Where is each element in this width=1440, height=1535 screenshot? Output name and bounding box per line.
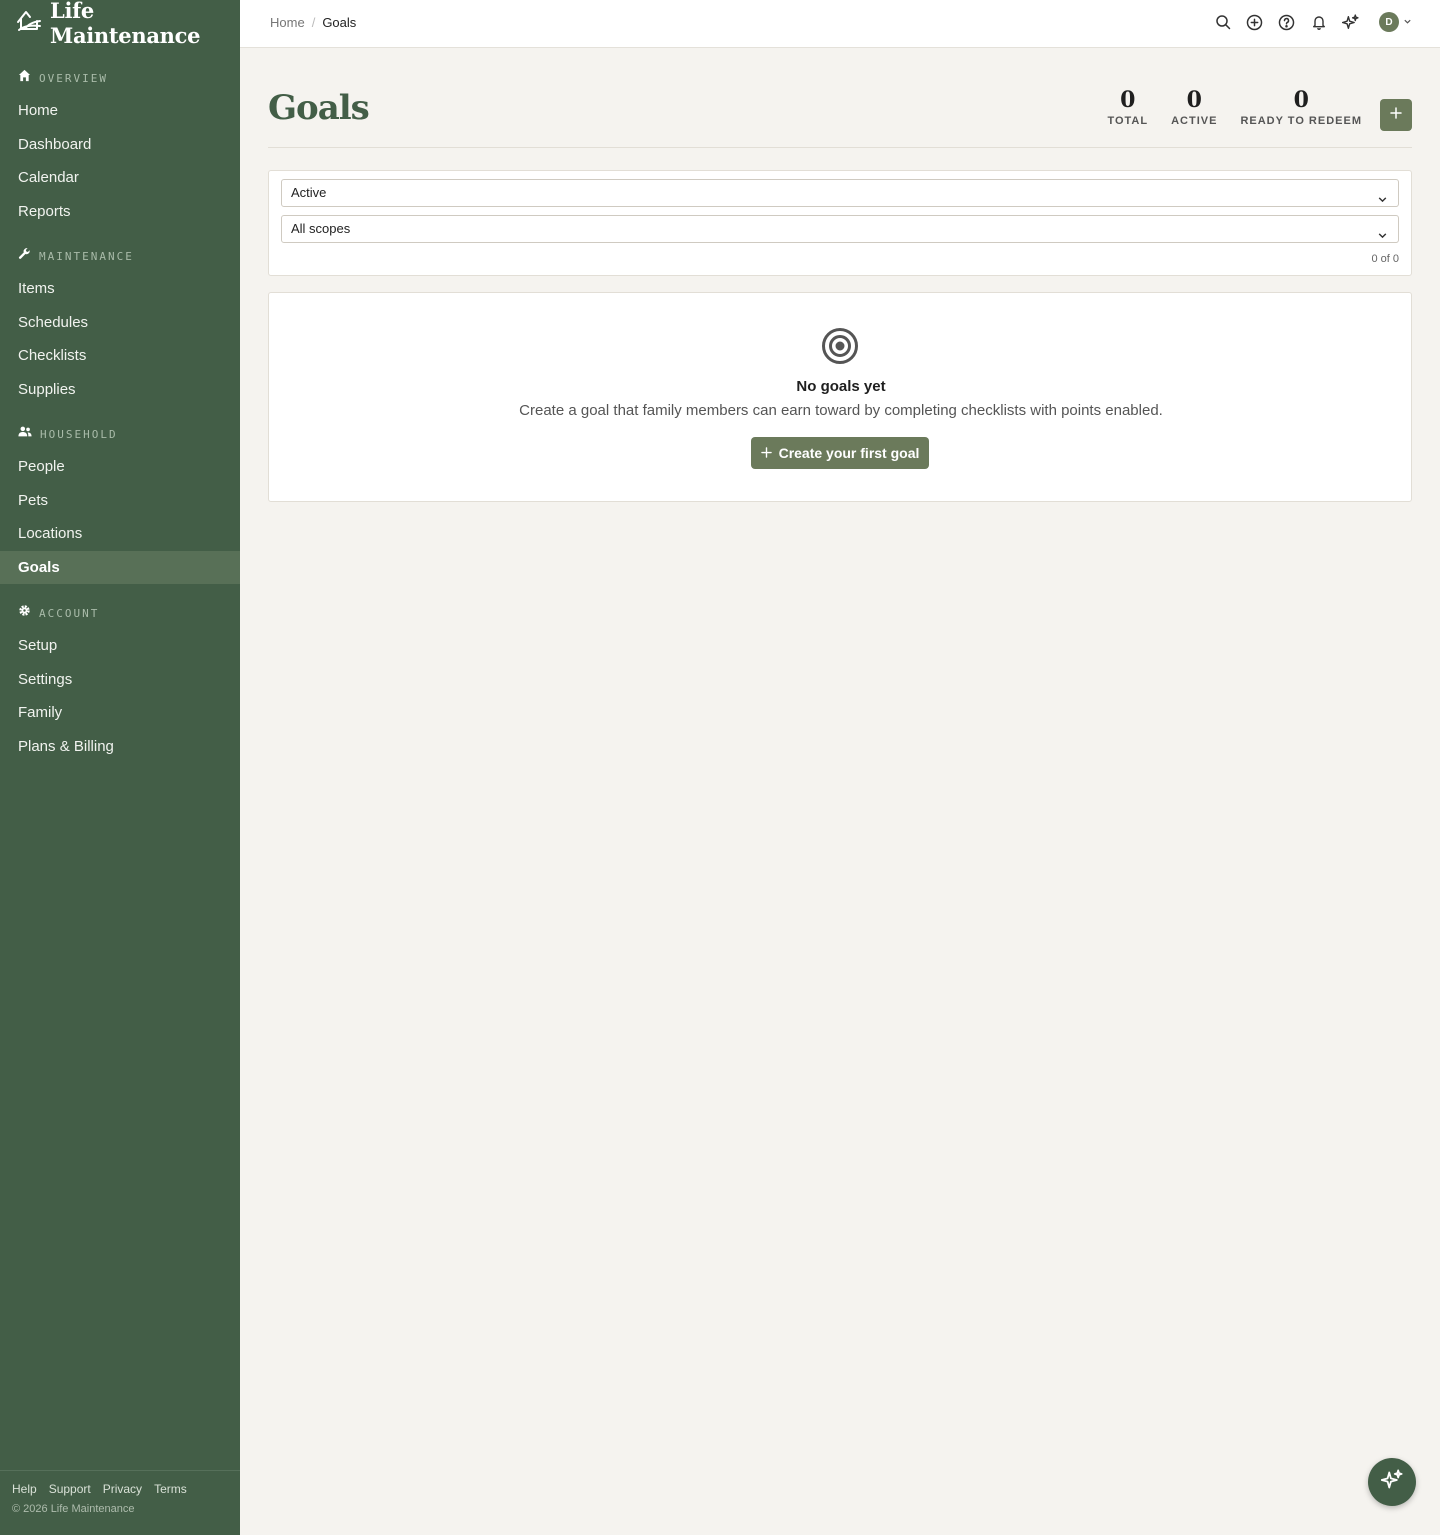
filter-card: Active All scopes 0 of 0 bbox=[268, 170, 1412, 276]
sidebar-item-family[interactable]: Family bbox=[0, 696, 240, 730]
sidebar-item-goals[interactable]: Goals bbox=[0, 550, 240, 584]
section-label: HOUSEHOLD bbox=[40, 427, 118, 441]
breadcrumb: Home / Goals bbox=[270, 15, 356, 30]
nav-section-account: ACCOUNT Setup Settings Family Plans & Bi… bbox=[0, 603, 240, 763]
sparkle-icon bbox=[1380, 1468, 1403, 1496]
section-label: OVERVIEW bbox=[39, 71, 108, 85]
result-count: 0 of 0 bbox=[1371, 253, 1399, 265]
people-icon bbox=[18, 425, 32, 443]
sidebar: Life Maintenance OVERVIEW Home Dashboard… bbox=[0, 0, 240, 1535]
logo-icon bbox=[16, 9, 42, 38]
footer-links: Help Support Privacy Terms bbox=[12, 1482, 228, 1496]
wrench-icon bbox=[18, 247, 31, 265]
brand[interactable]: Life Maintenance bbox=[16, 0, 240, 48]
chevron-down-icon bbox=[1403, 13, 1412, 31]
nav-section-overview: OVERVIEW Home Dashboard Calendar Reports bbox=[0, 68, 240, 228]
stat-value: 0 bbox=[1293, 87, 1309, 113]
sidebar-item-supplies[interactable]: Supplies bbox=[0, 373, 240, 407]
section-header: MAINTENANCE bbox=[0, 246, 240, 266]
gear-icon bbox=[18, 604, 31, 622]
empty-state: No goals yet Create a goal that family m… bbox=[268, 292, 1412, 502]
sidebar-item-locations[interactable]: Locations bbox=[0, 517, 240, 551]
ai-assistant-button[interactable] bbox=[1368, 1458, 1416, 1506]
stat-value: 0 bbox=[1120, 87, 1136, 113]
page-title: Goals bbox=[268, 88, 370, 128]
footer-link-support[interactable]: Support bbox=[49, 1482, 91, 1496]
create-first-goal-label: Create your first goal bbox=[778, 445, 920, 461]
section-header: HOUSEHOLD bbox=[0, 424, 240, 444]
breadcrumb-home[interactable]: Home bbox=[270, 15, 305, 30]
bell-icon[interactable] bbox=[1309, 13, 1328, 32]
section-label: MAINTENANCE bbox=[39, 249, 134, 263]
footer-link-privacy[interactable]: Privacy bbox=[103, 1482, 142, 1496]
empty-state-title: No goals yet bbox=[796, 378, 886, 395]
sidebar-item-settings[interactable]: Settings bbox=[0, 663, 240, 697]
stat-total: 0 TOTAL bbox=[1107, 86, 1148, 127]
plus-circle-icon[interactable] bbox=[1245, 13, 1264, 32]
add-goal-button[interactable] bbox=[1380, 99, 1412, 131]
sparkle-icon[interactable] bbox=[1341, 13, 1360, 32]
top-bar: Home / Goals D bbox=[240, 0, 1440, 48]
sidebar-item-plans-billing[interactable]: Plans & Billing bbox=[0, 730, 240, 764]
footer-link-terms[interactable]: Terms bbox=[154, 1482, 187, 1496]
empty-state-description: Create a goal that family members can ea… bbox=[519, 402, 1163, 419]
stat-active: 0 ACTIVE bbox=[1171, 86, 1217, 127]
sidebar-item-setup[interactable]: Setup bbox=[0, 629, 240, 663]
plus-icon bbox=[760, 445, 772, 461]
sidebar-footer: Help Support Privacy Terms © 2026 Life M… bbox=[0, 1470, 240, 1535]
sidebar-item-items[interactable]: Items bbox=[0, 272, 240, 306]
goal-stats: 0 TOTAL 0 ACTIVE 0 READY TO REDEEM bbox=[1107, 86, 1362, 127]
scope-filter-select[interactable]: All scopes bbox=[281, 215, 1399, 243]
stat-label: READY TO REDEEM bbox=[1240, 115, 1362, 127]
plus-icon bbox=[1390, 106, 1402, 124]
copyright: © 2026 Life Maintenance bbox=[12, 1503, 135, 1515]
stat-value: 0 bbox=[1186, 87, 1202, 113]
footer-link-help[interactable]: Help bbox=[12, 1482, 37, 1496]
target-icon bbox=[821, 327, 859, 370]
sidebar-item-checklists[interactable]: Checklists bbox=[0, 339, 240, 373]
stat-label: TOTAL bbox=[1107, 115, 1149, 127]
section-label: ACCOUNT bbox=[39, 606, 100, 620]
create-first-goal-button[interactable]: Create your first goal bbox=[751, 437, 929, 469]
top-icons: D bbox=[1213, 12, 1412, 32]
sidebar-item-dashboard[interactable]: Dashboard bbox=[0, 128, 240, 162]
chevron-down-icon bbox=[1377, 224, 1388, 250]
sidebar-item-people[interactable]: People bbox=[0, 450, 240, 484]
user-menu[interactable]: D bbox=[1373, 12, 1412, 32]
nav-section-maintenance: MAINTENANCE Items Schedules Checklists S… bbox=[0, 246, 240, 406]
status-filter-value: Active bbox=[291, 185, 327, 200]
divider bbox=[268, 147, 1412, 148]
avatar: D bbox=[1379, 12, 1399, 32]
section-header: OVERVIEW bbox=[0, 68, 240, 88]
sidebar-item-home[interactable]: Home bbox=[0, 94, 240, 128]
section-header: ACCOUNT bbox=[0, 603, 240, 623]
status-filter-select[interactable]: Active bbox=[281, 179, 1399, 207]
sidebar-item-calendar[interactable]: Calendar bbox=[0, 161, 240, 195]
stat-label: ACTIVE bbox=[1171, 115, 1218, 127]
brand-name: Life Maintenance bbox=[50, 0, 201, 48]
home-icon bbox=[18, 69, 31, 87]
chevron-down-icon bbox=[1377, 188, 1388, 214]
sidebar-item-pets[interactable]: Pets bbox=[0, 484, 240, 518]
nav-section-household: HOUSEHOLD People Pets Locations Goals bbox=[0, 424, 240, 584]
breadcrumb-separator: / bbox=[311, 15, 316, 30]
breadcrumb-current: Goals bbox=[322, 15, 357, 30]
sidebar-item-reports[interactable]: Reports bbox=[0, 195, 240, 229]
help-icon[interactable] bbox=[1277, 13, 1296, 32]
stat-ready-to-redeem: 0 READY TO REDEEM bbox=[1240, 86, 1362, 127]
search-icon[interactable] bbox=[1213, 13, 1232, 32]
scope-filter-value: All scopes bbox=[291, 221, 351, 236]
sidebar-item-schedules[interactable]: Schedules bbox=[0, 306, 240, 340]
